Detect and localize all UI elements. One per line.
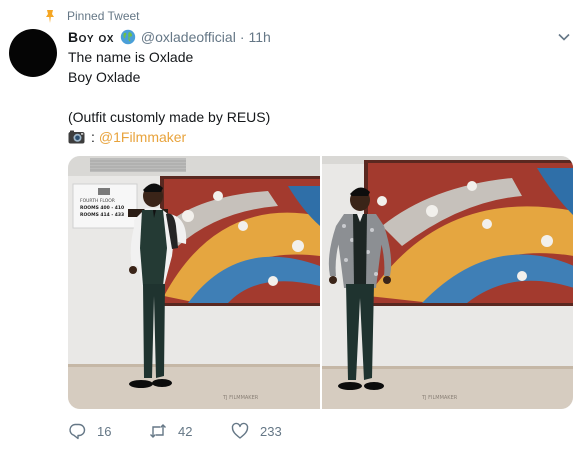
like-button[interactable]: 233 (231, 422, 282, 440)
retweet-icon (150, 424, 166, 438)
media-grid: FOURTH FLOOR ROOMS 400 - 410 ROOMS 414 -… (68, 156, 573, 409)
sign-line: ROOMS 400 - 410 (80, 205, 124, 211)
photo-credit: : @1Filmmaker (68, 127, 270, 147)
chevron-down-icon[interactable] (557, 30, 571, 44)
separator-dot: · (239, 29, 245, 45)
watermark: TJ FILMMAKER (421, 395, 458, 401)
tweet-actions: 16 42 233 (68, 422, 282, 440)
retweet-button[interactable]: 42 (149, 422, 231, 440)
reply-icon (69, 423, 86, 440)
pinned-label: Pinned Tweet (67, 9, 140, 23)
author-handle[interactable]: @oxladeofficial (141, 29, 236, 45)
credit-separator: : (91, 129, 95, 145)
reply-button[interactable]: 16 (68, 422, 149, 440)
camera-icon (68, 130, 85, 144)
display-name[interactable]: Boy ox (68, 29, 114, 45)
timestamp[interactable]: 11h (248, 29, 270, 45)
tweet-line: (Outfit customly made by REUS) (68, 109, 271, 125)
watermark: TJ FILMMAKER (222, 395, 259, 401)
tweet-line: The name is Oxlade (68, 49, 194, 65)
like-count: 233 (260, 423, 282, 439)
mention-link[interactable]: @1Filmmaker (99, 127, 186, 147)
avatar[interactable] (9, 29, 57, 77)
tweet-text: The name is Oxlade Boy Oxlade (Outfit cu… (68, 47, 270, 147)
pin-icon (46, 10, 54, 23)
tweet-line: Boy Oxlade (68, 69, 141, 85)
tweet-header: Boy ox @oxladeofficial · 11h (68, 29, 271, 45)
sign-line: FOURTH FLOOR (80, 198, 115, 204)
globe-emoji-icon (120, 29, 136, 45)
photo-2[interactable]: TJ FILMMAKER (321, 156, 573, 409)
heart-icon (231, 422, 249, 439)
reply-count: 16 (97, 423, 112, 439)
retweet-count: 42 (178, 423, 193, 439)
tweet-line (68, 87, 270, 107)
pinned-indicator: Pinned Tweet (44, 9, 140, 23)
photo-1[interactable]: FOURTH FLOOR ROOMS 400 - 410 ROOMS 414 -… (68, 156, 320, 409)
sign-line: ROOMS 414 - 433 (80, 212, 124, 218)
